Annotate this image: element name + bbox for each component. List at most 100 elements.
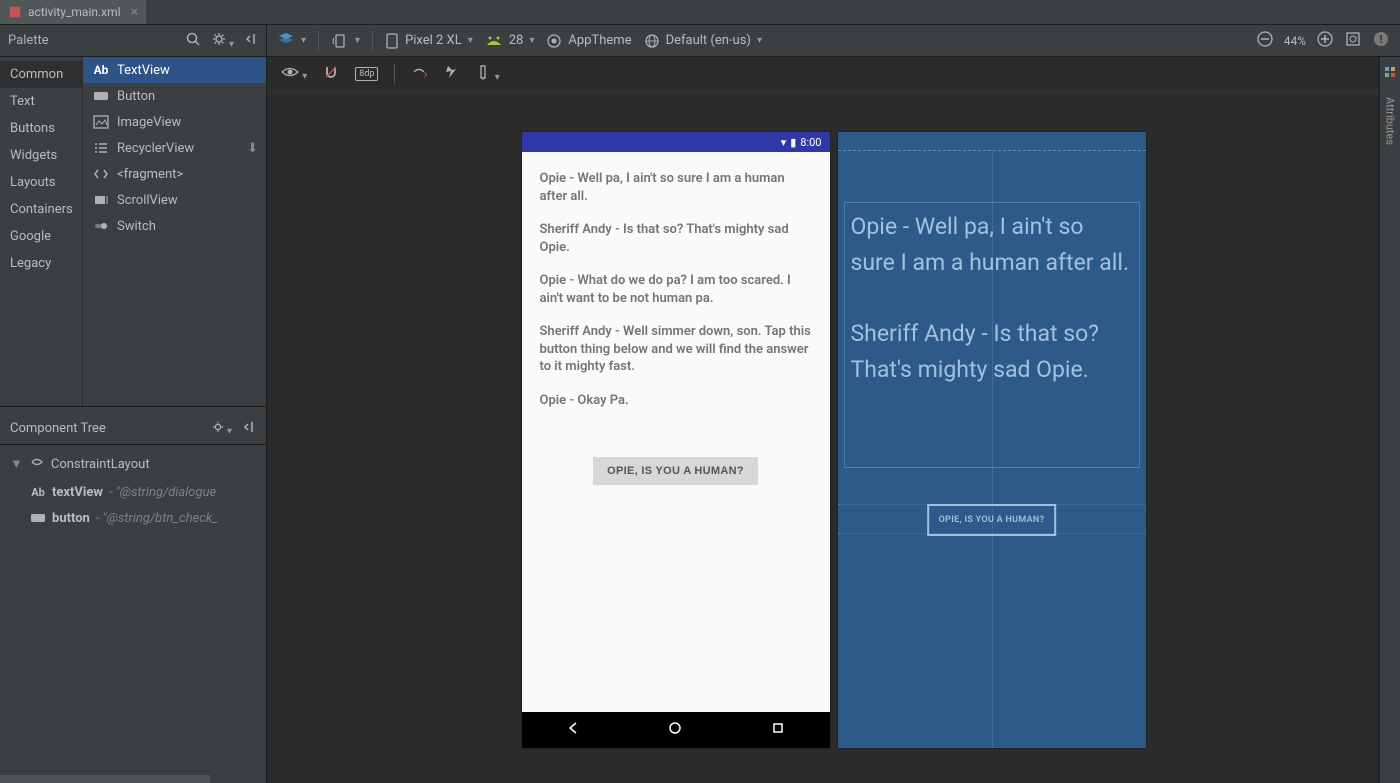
palette-header: Palette ▾ (0, 25, 267, 56)
nav-bar (522, 712, 830, 748)
palette-title: Palette (8, 33, 185, 48)
gear-icon[interactable]: ▾ (211, 420, 233, 438)
blueprint-preview[interactable]: Opie - Well pa, I ain't so sure I am a h… (838, 132, 1146, 748)
svg-text:✕: ✕ (423, 71, 427, 80)
nav-recent-icon (771, 721, 785, 739)
clear-constraints-icon[interactable]: ✕ (411, 64, 427, 84)
component-button[interactable]: Button (83, 83, 266, 109)
component-palette: Ab TextView Button ImageView RecyclerVie… (83, 57, 266, 406)
category-containers[interactable]: Containers (0, 196, 82, 223)
recyclerview-icon (93, 140, 109, 156)
battery-icon: ▮ (790, 136, 796, 149)
wifi-icon: ▾ (781, 136, 787, 149)
device-preview[interactable]: ▾ ▮ 8:00 Opie - Well pa, I ain't so sure… (522, 132, 830, 748)
textview-icon: Ab (93, 62, 109, 78)
close-icon[interactable]: × (131, 4, 138, 20)
scrollview-icon (93, 192, 109, 208)
magnet-icon[interactable] (323, 64, 339, 84)
infer-constraints-icon[interactable] (443, 64, 459, 84)
component-textview[interactable]: Ab TextView (83, 57, 266, 83)
switch-icon (93, 218, 109, 234)
zoom-in-icon[interactable] (1316, 30, 1334, 52)
preview-content: Opie - Well pa, I ain't so sure I am a h… (522, 152, 830, 712)
button-icon (30, 510, 46, 526)
zoom-level: 44% (1284, 34, 1306, 48)
status-bar: ▾ ▮ 8:00 (522, 132, 830, 152)
design-surface-toolbar: ▾ 8dp ✕ ▾ (267, 57, 1400, 92)
locale-name: Default (en-us) (666, 33, 751, 48)
main-area: Common Text Buttons Widgets Layouts Cont… (0, 57, 1400, 783)
guidelines-icon[interactable]: ▾ (475, 64, 499, 84)
category-text[interactable]: Text (0, 88, 82, 115)
component-scrollview[interactable]: ScrollView (83, 187, 266, 213)
device-selector[interactable]: Pixel 2 XL ▾ (385, 32, 473, 50)
component-tree: ▼ ConstraintLayout Ab textView - "@strin… (0, 445, 266, 783)
download-icon[interactable]: ⬇ (247, 141, 258, 156)
dialogue-line: Opie - Okay Pa. (540, 392, 812, 410)
palette-area: Common Text Buttons Widgets Layouts Cont… (0, 57, 266, 407)
blueprint-status-margin (838, 132, 1146, 151)
component-imageview[interactable]: ImageView (83, 109, 266, 135)
default-margins-icon[interactable]: 8dp (355, 67, 378, 81)
eye-icon[interactable]: ▾ (281, 65, 307, 83)
tree-button[interactable]: button - "@string/btn_check_ (0, 505, 266, 531)
category-google[interactable]: Google (0, 223, 82, 250)
attributes-panel-collapsed[interactable]: Attributes (1379, 57, 1400, 783)
dialogue-line: Opie - Well pa, I ain't so sure I am a h… (540, 170, 812, 205)
left-panel: Common Text Buttons Widgets Layouts Cont… (0, 57, 267, 783)
nav-home-icon (668, 721, 682, 739)
orientation-toggle[interactable]: ▾ (331, 32, 360, 50)
api-level: 28 (509, 33, 524, 48)
blueprint-textview[interactable]: Opie - Well pa, I ain't so sure I am a h… (844, 202, 1140, 468)
dialogue-line: Sheriff Andy - Well simmer down, son. Ta… (540, 323, 812, 376)
category-legacy[interactable]: Legacy (0, 250, 82, 277)
tree-textview[interactable]: Ab textView - "@string/dialogue (0, 479, 266, 505)
search-icon[interactable] (185, 31, 201, 51)
api-selector[interactable]: 28 ▾ (485, 33, 535, 48)
dialogue-line: Sheriff Andy - Is that so? That's mighty… (540, 221, 812, 256)
design-config-toolbar: ▾ ▾ Pixel 2 XL ▾ 28 ▾ AppTheme Default (… (267, 25, 1400, 56)
hide-panel-icon[interactable] (244, 32, 258, 50)
collapse-icon[interactable]: ▼ (10, 456, 23, 472)
hide-panel-icon[interactable] (242, 420, 256, 438)
toolbar: Palette ▾ ▾ ▾ Pixel 2 XL ▾ 28 ▾ (0, 25, 1400, 57)
imageview-icon (93, 114, 109, 130)
button-icon (93, 88, 109, 104)
zoom-fit-icon[interactable] (1344, 30, 1362, 52)
category-widgets[interactable]: Widgets (0, 142, 82, 169)
theme-selector[interactable]: AppTheme (546, 33, 631, 49)
category-buttons[interactable]: Buttons (0, 115, 82, 142)
preview-button[interactable]: OPIE, IS YOU A HUMAN? (593, 457, 758, 485)
bottom-strip (0, 775, 210, 783)
attributes-label: Attributes (1384, 97, 1397, 145)
category-list: Common Text Buttons Widgets Layouts Cont… (0, 57, 83, 406)
dialogue-line: Opie - What do we do pa? I am too scared… (540, 272, 812, 307)
tree-root[interactable]: ▼ ConstraintLayout (0, 449, 266, 479)
theme-name: AppTheme (568, 33, 631, 48)
design-surface-mode[interactable]: ▾ (277, 32, 306, 50)
locale-selector[interactable]: Default (en-us) ▾ (644, 33, 762, 49)
device-name: Pixel 2 XL (405, 33, 462, 48)
textview-icon: Ab (30, 484, 46, 500)
constraint-layout-icon (29, 454, 45, 474)
file-tab-bar: activity_main.xml × (0, 0, 1400, 25)
xml-file-icon (8, 5, 22, 19)
gear-icon[interactable]: ▾ (211, 31, 235, 51)
category-layouts[interactable]: Layouts (0, 169, 82, 196)
design-surface: ▾ 8dp ✕ ▾ ▾ ▮ 8:00 Opie - Well pa, I ain… (267, 57, 1400, 783)
warning-icon[interactable]: ! (1372, 30, 1390, 52)
tree-title: Component Tree (10, 421, 211, 436)
component-recyclerview[interactable]: RecyclerView ⬇ (83, 135, 266, 161)
category-common[interactable]: Common (0, 61, 82, 88)
file-tab[interactable]: activity_main.xml × (0, 0, 146, 24)
zoom-out-icon[interactable] (1256, 30, 1274, 52)
canvas[interactable]: ▾ ▮ 8:00 Opie - Well pa, I ain't so sure… (267, 92, 1400, 783)
component-fragment[interactable]: <fragment> (83, 161, 266, 187)
component-switch[interactable]: Switch (83, 213, 266, 239)
fragment-icon (93, 166, 109, 182)
file-tab-name: activity_main.xml (28, 5, 121, 19)
component-tree-header: Component Tree ▾ (0, 413, 266, 445)
blueprint-button[interactable]: OPIE, IS YOU A HUMAN? (927, 504, 1057, 536)
status-time: 8:00 (800, 136, 821, 149)
svg-text:!: ! (1380, 33, 1383, 46)
